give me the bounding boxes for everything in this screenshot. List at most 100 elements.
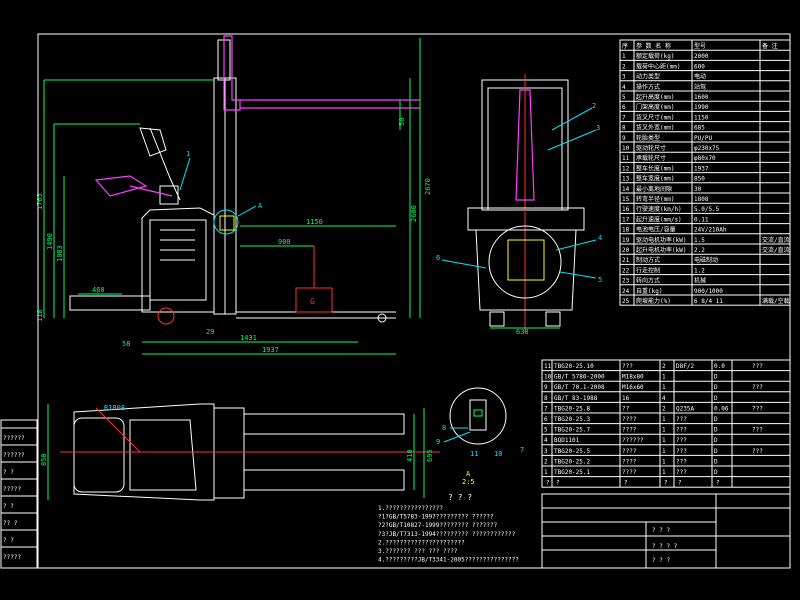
bom-cell: 1 xyxy=(662,384,666,391)
detail-label-10: 10 xyxy=(494,450,502,458)
left-strip-label: ?????? xyxy=(3,435,25,442)
dim-29: 29 xyxy=(206,328,214,336)
cad-drawing-sheet: G A 1 1765 1490 1083 460 118 50 2670 260… xyxy=(0,0,800,600)
left-strip-label: ? ? xyxy=(3,537,14,544)
dim-118: 118 xyxy=(36,309,44,322)
raised-carriage xyxy=(223,35,241,111)
detail-label-8: 8 xyxy=(442,424,446,432)
bom-cell: 9 xyxy=(544,384,548,391)
bom-cell: ??? xyxy=(676,458,687,465)
params-cell: 制动方式 xyxy=(636,256,660,264)
params-cell: 24 xyxy=(622,288,630,295)
params-cell: 起升高度(mm) xyxy=(636,93,674,101)
dim-460: 460 xyxy=(92,286,105,294)
load-label: G xyxy=(310,297,315,306)
params-cell: 14 xyxy=(622,186,630,193)
title-block: ? ? ? ? ? ? ? ? ? ? xyxy=(541,493,791,569)
bom-cell: D xyxy=(714,395,718,402)
bom-header-cell: ? xyxy=(546,480,550,487)
dim-58: 58 xyxy=(122,340,130,348)
params-cell: 850 xyxy=(694,176,705,183)
bom-cell: D xyxy=(714,448,718,455)
bom-cell: 2 xyxy=(662,405,666,412)
params-cell: 载荷中心距(mm) xyxy=(636,62,680,70)
params-cell: 整车宽度(mm) xyxy=(636,175,674,183)
params-cell: 货叉尺寸(mm) xyxy=(636,113,674,121)
params-cell: 1.5 xyxy=(694,237,705,244)
bom-cell: 1 xyxy=(662,437,666,444)
detail-a-marker xyxy=(219,215,235,231)
params-cell: 20 xyxy=(622,247,630,254)
detail-scale: A xyxy=(466,470,471,478)
dim-1083: 1083 xyxy=(56,245,64,262)
params-cell: 5.0/5.5 xyxy=(694,206,720,213)
bom-cell: ??? xyxy=(676,416,687,423)
bom-cell: ???? xyxy=(622,469,637,476)
params-header-cell: 备 注 xyxy=(762,42,778,50)
bom-cell: ??? xyxy=(676,427,687,434)
params-cell: 11 xyxy=(622,155,630,162)
params-cell: 22 xyxy=(622,267,630,274)
bom-cell: M16x60 xyxy=(622,384,644,391)
bom-cell: BQD1101 xyxy=(554,437,580,444)
params-cell: 交流/直流 xyxy=(762,236,790,244)
left-strip-label: ????? xyxy=(3,486,21,493)
params-cell: 电磁制动 xyxy=(694,256,718,264)
plan-mast xyxy=(213,407,245,499)
params-cell: 19 xyxy=(622,237,630,244)
dim-1431: 1431 xyxy=(240,334,257,342)
bom-cell: TBG20-25.10 xyxy=(554,363,594,370)
params-cell: 1.2 xyxy=(694,267,705,274)
bom-cell: ?????? xyxy=(622,437,644,444)
dim-850: 850 xyxy=(40,453,48,466)
note-line: 2.?????????????????????? xyxy=(378,539,465,546)
bom-header-cell: ? xyxy=(716,480,720,487)
bom-cell: 5 xyxy=(544,427,548,434)
note-line: ?1?GB/T5783-1997????????? ?????? xyxy=(378,514,494,521)
bom-cell: 8 xyxy=(544,395,548,402)
params-cell: 满载/空载 xyxy=(762,297,790,305)
front-carriage xyxy=(467,207,585,231)
bom-cell: TBG20-25.7 xyxy=(554,427,591,434)
params-cell: 1937 xyxy=(694,165,709,172)
params-cell: 5 xyxy=(622,94,626,101)
bom-cell: ???? xyxy=(622,416,637,423)
bom-cell: ??? xyxy=(676,437,687,444)
bom-remark: ??? xyxy=(752,384,763,391)
plan-view: R1808 850 410 695 xyxy=(40,403,440,501)
params-cell: 18 xyxy=(622,227,630,234)
params-cell: 2000 xyxy=(694,53,709,60)
dim-r1808: R1808 xyxy=(104,404,125,412)
params-cell: 12 xyxy=(622,165,630,172)
params-cell: 操作方式 xyxy=(636,83,660,91)
detail-label-11: 11 xyxy=(470,450,478,458)
bom-cell: 3 xyxy=(544,448,548,455)
dim-1150: 1150 xyxy=(306,218,323,226)
label-a: A xyxy=(258,202,263,210)
left-strip-label: ? ? xyxy=(3,469,14,476)
front-label-4: 4 xyxy=(598,234,602,242)
params-cell: 自重(kg) xyxy=(636,287,662,295)
bom-cell: ?? xyxy=(622,405,630,412)
bom-header-cell: ? xyxy=(556,480,560,487)
left-strip-label: ?? ? xyxy=(3,520,18,527)
bom-cell: ??? xyxy=(676,448,687,455)
bom-cell: 1 xyxy=(662,416,666,423)
params-cell: 24V/210Ah xyxy=(694,227,727,234)
bom-cell: 1 xyxy=(662,458,666,465)
params-cell: 整车长度(mm) xyxy=(636,164,674,172)
note-line: 1.???????????????? xyxy=(378,505,443,512)
params-header-cell: 序 xyxy=(622,42,628,50)
params-cell: 站驾 xyxy=(694,83,706,91)
bom-remark: ??? xyxy=(752,427,763,434)
params-cell: 9 xyxy=(622,135,626,142)
technical-notes: 1.???????????????? ?1?GB/T5783-1997??????… xyxy=(378,505,519,564)
params-cell: 16 xyxy=(622,206,630,213)
balloon-1: 1 xyxy=(186,150,190,158)
params-cell: 1 xyxy=(622,53,626,60)
bom-cell: 0.0 xyxy=(714,363,725,370)
params-cell: 电池电压/容量 xyxy=(636,226,676,234)
dim-695: 695 xyxy=(426,449,434,462)
params-cell: 21 xyxy=(622,257,630,264)
bill-of-materials: 11 TBG20-25.10??? 2 D8F/2 0.010 GB/T 5780-200… xyxy=(541,359,791,488)
